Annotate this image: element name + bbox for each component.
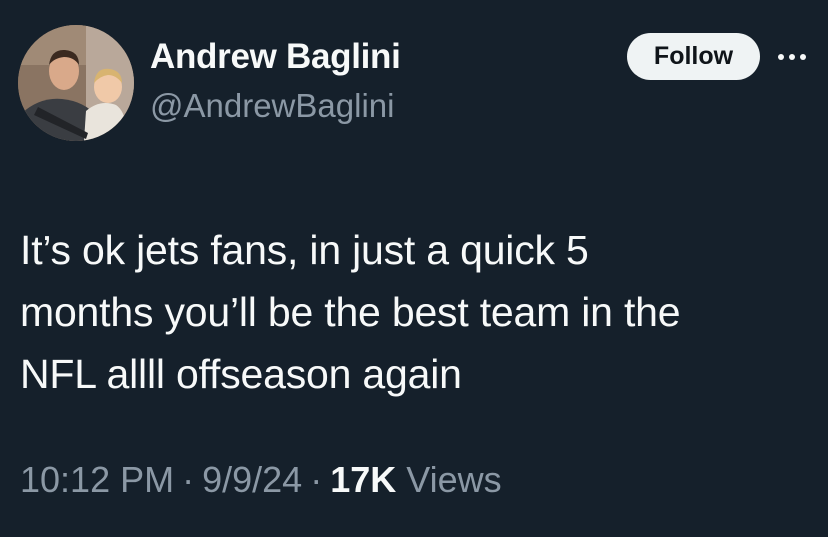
tweet-meta: 10:12 PM · 9/9/24 · 17K Views	[20, 455, 502, 505]
views-count[interactable]: 17K	[330, 459, 396, 500]
tweet-date[interactable]: 9/9/24	[202, 459, 302, 500]
tweet-text: It’s ok jets fans, in just a quick 5 mon…	[20, 219, 810, 405]
author-info: Andrew Baglini @AndrewBaglini	[150, 35, 401, 127]
author-display-name[interactable]: Andrew Baglini	[150, 35, 401, 79]
profile-photo-icon	[18, 25, 134, 141]
meta-separator: ·	[310, 459, 323, 500]
more-horizontal-icon	[778, 54, 806, 60]
author-handle[interactable]: @AndrewBaglini	[150, 85, 401, 127]
tweet-time[interactable]: 10:12 PM	[20, 459, 174, 500]
follow-button[interactable]: Follow	[627, 33, 760, 80]
meta-separator: ·	[182, 459, 195, 500]
tweet-text-line: months you’ll be the best team in the	[20, 289, 681, 335]
more-options-button[interactable]	[774, 44, 810, 70]
tweet-text-line: NFL allll offseason again	[20, 351, 462, 397]
views-label: Views	[406, 459, 502, 500]
avatar[interactable]	[18, 25, 134, 141]
tweet-card: Andrew Baglini @AndrewBaglini Follow It’…	[0, 0, 828, 537]
tweet-text-line: It’s ok jets fans, in just a quick 5	[20, 227, 589, 273]
